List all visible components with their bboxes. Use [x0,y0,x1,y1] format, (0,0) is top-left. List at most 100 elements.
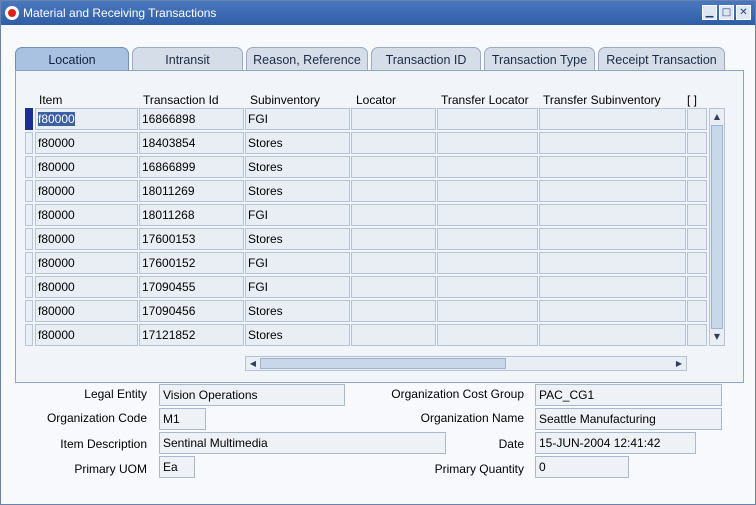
primary-quantity-field[interactable]: 0 [535,456,629,478]
transaction-id-cell[interactable]: 17600153 [139,228,244,250]
table-row[interactable]: f80000 16866899 Stores [25,156,707,178]
row-selector[interactable] [25,180,33,202]
row-selector[interactable] [25,108,33,130]
scroll-down-arrow-icon[interactable]: ▼ [711,331,723,343]
locator-cell[interactable] [351,180,436,202]
vertical-scroll-thumb[interactable] [711,125,723,329]
date-field[interactable]: 15-JUN-2004 12:41:42 [535,432,696,454]
horizontal-scrollbar[interactable]: ◀ ▶ [245,356,687,371]
locator-cell[interactable] [351,108,436,130]
context-cell[interactable] [687,276,707,298]
item-cell[interactable]: f80000 [35,204,138,226]
row-selector[interactable] [25,228,33,250]
org-cost-group-field[interactable]: PAC_CG1 [535,384,722,406]
item-cell[interactable]: f80000 [35,132,138,154]
transfer-locator-cell[interactable] [437,252,538,274]
table-row[interactable]: f80000 17090456 Stores [25,300,707,322]
context-cell[interactable] [687,156,707,178]
locator-cell[interactable] [351,300,436,322]
transfer-locator-cell[interactable] [437,324,538,346]
item-cell[interactable]: f80000 [35,180,138,202]
transfer-subinventory-cell[interactable] [539,228,686,250]
context-cell[interactable] [687,180,707,202]
transaction-id-cell[interactable]: 18011268 [139,204,244,226]
tab-transaction-type[interactable]: Transaction Type [484,47,595,71]
transfer-locator-cell[interactable] [437,228,538,250]
subinventory-cell[interactable]: FGI [245,108,350,130]
tab-reason-reference[interactable]: Reason, Reference [246,47,368,71]
transfer-subinventory-cell[interactable] [539,180,686,202]
transaction-id-cell[interactable]: 17090455 [139,276,244,298]
scroll-up-arrow-icon[interactable]: ▲ [711,111,723,123]
subinventory-cell[interactable]: Stores [245,180,350,202]
transaction-id-cell[interactable]: 17090456 [139,300,244,322]
transfer-locator-cell[interactable] [437,156,538,178]
subinventory-cell[interactable]: FGI [245,252,350,274]
context-cell[interactable] [687,108,707,130]
transaction-id-cell[interactable]: 16866898 [139,108,244,130]
horizontal-scroll-thumb[interactable] [260,358,506,369]
row-selector[interactable] [25,204,33,226]
context-cell[interactable] [687,252,707,274]
locator-cell[interactable] [351,132,436,154]
transfer-locator-cell[interactable] [437,108,538,130]
subinventory-cell[interactable]: Stores [245,300,350,322]
item-description-field[interactable]: Sentinal Multimedia [159,432,446,454]
item-cell[interactable]: f80000 [35,276,138,298]
row-selector[interactable] [25,324,33,346]
scroll-right-arrow-icon[interactable]: ▶ [673,357,685,370]
item-cell[interactable]: f80000 [35,108,138,130]
transaction-id-cell[interactable]: 18403854 [139,132,244,154]
transfer-subinventory-cell[interactable] [539,132,686,154]
locator-cell[interactable] [351,276,436,298]
table-row[interactable]: f80000 18011269 Stores [25,180,707,202]
locator-cell[interactable] [351,228,436,250]
row-selector[interactable] [25,300,33,322]
subinventory-cell[interactable]: Stores [245,324,350,346]
transfer-locator-cell[interactable] [437,300,538,322]
locator-cell[interactable] [351,252,436,274]
org-code-field[interactable]: M1 [159,408,206,430]
table-row[interactable]: f80000 17090455 FGI [25,276,707,298]
transfer-subinventory-cell[interactable] [539,300,686,322]
scroll-left-arrow-icon[interactable]: ◀ [247,357,259,370]
minimize-button[interactable]: ▁ [702,5,717,20]
subinventory-cell[interactable]: Stores [245,156,350,178]
table-row[interactable]: f80000 17600153 Stores [25,228,707,250]
primary-uom-field[interactable]: Ea [159,456,195,478]
tab-intransit[interactable]: Intransit [132,47,243,71]
context-cell[interactable] [687,228,707,250]
locator-cell[interactable] [351,324,436,346]
transfer-subinventory-cell[interactable] [539,204,686,226]
context-cell[interactable] [687,204,707,226]
table-row[interactable]: f80000 16866898 FGI [25,108,707,130]
table-row[interactable]: f80000 17121852 Stores [25,324,707,346]
subinventory-cell[interactable]: Stores [245,228,350,250]
table-row[interactable]: f80000 18011268 FGI [25,204,707,226]
transfer-subinventory-cell[interactable] [539,276,686,298]
row-selector[interactable] [25,252,33,274]
transfer-subinventory-cell[interactable] [539,108,686,130]
item-cell[interactable]: f80000 [35,156,138,178]
row-selector[interactable] [25,276,33,298]
context-cell[interactable] [687,324,707,346]
locator-cell[interactable] [351,156,436,178]
row-selector[interactable] [25,156,33,178]
transaction-id-cell[interactable]: 16866899 [139,156,244,178]
subinventory-cell[interactable]: Stores [245,132,350,154]
item-cell[interactable]: f80000 [35,324,138,346]
transfer-subinventory-cell[interactable] [539,252,686,274]
maximize-button[interactable]: □ [719,5,734,20]
context-cell[interactable] [687,300,707,322]
table-row[interactable]: f80000 18403854 Stores [25,132,707,154]
item-cell[interactable]: f80000 [35,252,138,274]
transaction-id-cell[interactable]: 17600152 [139,252,244,274]
transaction-id-cell[interactable]: 17121852 [139,324,244,346]
subinventory-cell[interactable]: FGI [245,276,350,298]
tab-location[interactable]: Location [15,47,129,71]
transfer-subinventory-cell[interactable] [539,156,686,178]
transfer-locator-cell[interactable] [437,180,538,202]
tab-receipt-transaction[interactable]: Receipt Transaction [598,47,725,71]
transfer-locator-cell[interactable] [437,276,538,298]
locator-cell[interactable] [351,204,436,226]
